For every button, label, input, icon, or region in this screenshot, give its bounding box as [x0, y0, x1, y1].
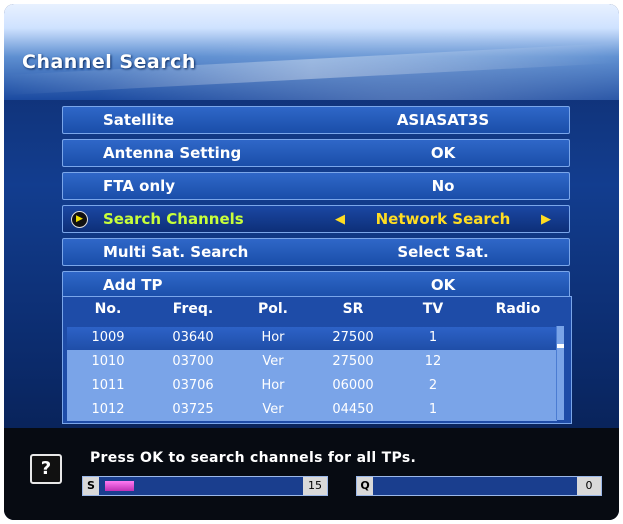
cell-freq: 03706 [172, 378, 214, 393]
page-title: Channel Search [22, 51, 196, 73]
menu-item-label: Search Channels [103, 210, 244, 228]
cell-pol: Ver [262, 402, 284, 417]
table-row[interactable]: 1009 03640 Hor 27500 1 [67, 327, 557, 350]
menu-item-satellite[interactable]: Satellite ASIASAT3S [62, 106, 570, 134]
cell-no: 1012 [91, 402, 125, 417]
arrow-right-icon[interactable]: ▶ [541, 212, 551, 227]
cell-sr: 27500 [332, 354, 374, 369]
cell-pol: Hor [261, 330, 285, 345]
help-icon[interactable]: ? [30, 454, 62, 484]
cell-pol: Hor [261, 378, 285, 393]
column-header-sr: SR [342, 301, 364, 317]
menu-item-label: Multi Sat. Search [103, 243, 249, 261]
settings-menu: Satellite ASIASAT3S Antenna Setting OK F… [62, 106, 570, 304]
footer-panel: ? Press OK to search channels for all TP… [4, 428, 619, 520]
cell-no: 1010 [91, 354, 125, 369]
column-header-freq: Freq. [172, 301, 214, 317]
menu-item-value: ASIASAT3S [396, 111, 490, 129]
cell-freq: 03700 [172, 354, 214, 369]
arrow-left-icon[interactable]: ◀ [335, 212, 345, 227]
cell-no: 1009 [91, 330, 125, 345]
menu-item-multi-sat-search[interactable]: Multi Sat. Search Select Sat. [62, 238, 570, 266]
selection-bullet-icon: ▶ [71, 211, 88, 228]
table-row[interactable]: 1012 03725 Ver 04450 1 [67, 399, 557, 422]
menu-item-label: Add TP [103, 276, 163, 294]
quality-value: 0 [577, 477, 601, 495]
signal-tag: S [83, 477, 99, 495]
menu-item-value: OK [430, 144, 456, 162]
tv-screen: Channel Search Satellite ASIASAT3S Anten… [4, 4, 619, 520]
menu-item-value: OK [430, 276, 456, 294]
signal-value: 15 [303, 477, 327, 495]
cell-sr: 06000 [332, 378, 374, 393]
menu-item-add-tp[interactable]: Add TP OK [62, 271, 570, 299]
menu-item-label: Satellite [103, 111, 175, 129]
header-banner: Channel Search [4, 4, 619, 100]
menu-item-value: No [431, 177, 455, 195]
cell-freq: 03725 [172, 402, 214, 417]
table-row[interactable]: 1011 03706 Hor 06000 2 [67, 375, 557, 398]
cell-tv: 1 [428, 330, 438, 345]
column-header-radio: Radio [495, 301, 541, 317]
transponder-table: No. Freq. Pol. SR TV Radio 1009 03640 Ho… [62, 296, 572, 424]
table-header: No. Freq. Pol. SR TV Radio [63, 297, 571, 323]
table-row[interactable]: 1010 03700 Ver 27500 12 [67, 351, 557, 374]
signal-level-bar [105, 481, 134, 491]
menu-item-value: Network Search [375, 210, 511, 228]
menu-item-fta-only[interactable]: FTA only No [62, 172, 570, 200]
signal-strength-meter: S 15 [82, 476, 328, 496]
cell-tv: 12 [424, 354, 442, 369]
column-header-no: No. [94, 301, 122, 317]
cell-sr: 27500 [332, 330, 374, 345]
cell-tv: 2 [428, 378, 438, 393]
help-hint-text: Press OK to search channels for all TPs. [90, 450, 417, 466]
menu-item-value: Select Sat. [397, 243, 489, 261]
column-header-pol: Pol. [258, 301, 288, 317]
scrollbar-thumb[interactable] [557, 344, 564, 348]
cell-pol: Ver [262, 354, 284, 369]
menu-item-label: FTA only [103, 177, 176, 195]
menu-item-antenna-setting[interactable]: Antenna Setting OK [62, 139, 570, 167]
cell-sr: 04450 [332, 402, 374, 417]
column-header-tv: TV [422, 301, 444, 317]
table-scrollbar[interactable] [556, 326, 564, 420]
menu-item-label: Antenna Setting [103, 144, 242, 162]
cell-no: 1011 [91, 378, 125, 393]
menu-item-search-channels[interactable]: ▶ Search Channels ◀ Network Search ▶ [62, 205, 570, 233]
signal-quality-meter: Q 0 [356, 476, 602, 496]
cell-freq: 03640 [172, 330, 214, 345]
table-body: 1009 03640 Hor 27500 1 1010 03700 Ver 27… [67, 327, 557, 421]
quality-tag: Q [357, 477, 373, 495]
cell-tv: 1 [428, 402, 438, 417]
